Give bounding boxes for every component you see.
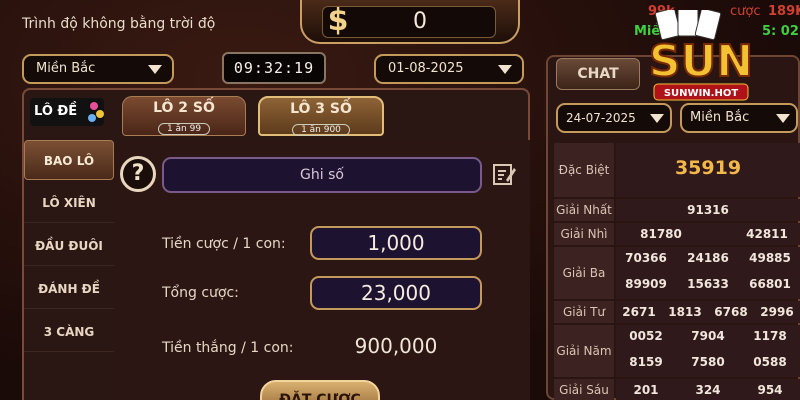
prize-value: 2671 bbox=[622, 305, 656, 319]
prize-value: 6768 bbox=[714, 305, 748, 319]
win-per-value: 900,000 bbox=[354, 334, 438, 358]
prize-value: 89909 bbox=[625, 277, 667, 291]
prize-value: 35919 bbox=[674, 157, 742, 179]
prize-value: 1813 bbox=[668, 305, 702, 319]
region-select[interactable]: Miền Bắc bbox=[22, 54, 174, 84]
prize-value: 0588 bbox=[753, 355, 787, 369]
prize-value: 81780 bbox=[640, 227, 682, 241]
result-date-value: 24-07-2025 bbox=[566, 111, 636, 125]
prize-name: Giải Sáu bbox=[554, 379, 614, 400]
sidebar-item-lo-xien[interactable]: LÔ XIÊN bbox=[24, 183, 114, 223]
prize-value: 42811 bbox=[746, 227, 788, 241]
result-row-giai-nhi: Giải Nhì 81780 42811 bbox=[554, 223, 800, 245]
lode-logo: LÔ ĐỀ bbox=[30, 98, 104, 126]
prize-value: 7904 bbox=[691, 329, 725, 343]
prize-values: 70366 24186 49885 89909 15633 66801 bbox=[616, 247, 800, 299]
prize-name: Giải Tư bbox=[554, 301, 614, 323]
balance-value: 0 bbox=[413, 9, 427, 34]
prize-values: 35919 bbox=[616, 143, 800, 197]
sidebar-item-danh-de[interactable]: ĐÁNH ĐỀ bbox=[24, 269, 114, 309]
edit-icon[interactable] bbox=[492, 162, 516, 186]
sidebar-item-3-cang[interactable]: 3 CÀNG bbox=[24, 312, 114, 352]
prize-value: 324 bbox=[695, 383, 721, 397]
bet-per-input[interactable]: 1,000 bbox=[310, 226, 482, 260]
date-select[interactable]: 01-08-2025 bbox=[374, 54, 524, 84]
tab-rate: 1 ăn 99 bbox=[157, 123, 211, 135]
result-row-giai-ba: Giải Ba 70366 24186 49885 89909 15633 66… bbox=[554, 247, 800, 299]
prize-value: 1178 bbox=[753, 329, 787, 343]
total-bet-label: Tổng cược: bbox=[162, 285, 239, 301]
place-bet-button[interactable]: ĐẶT CƯỢC bbox=[260, 380, 380, 400]
lode-logo-text: LÔ ĐỀ bbox=[34, 104, 78, 119]
bet-per-label: Tiền cược / 1 con: bbox=[162, 236, 286, 252]
ticker-amount-right: 189K bbox=[768, 4, 800, 19]
win-per-label: Tiền thắng / 1 con: bbox=[162, 340, 294, 356]
date-select-value: 01-08-2025 bbox=[388, 61, 464, 76]
tab-lo-2-so[interactable]: LÔ 2 SỐ 1 ăn 99 bbox=[122, 96, 246, 136]
dollar-icon: $ bbox=[327, 3, 349, 38]
chevron-down-icon bbox=[776, 114, 790, 123]
prize-value: 0052 bbox=[629, 329, 663, 343]
prize-value: 66801 bbox=[749, 277, 791, 291]
prize-values: 0052 7904 1178 8159 7580 0588 bbox=[616, 325, 800, 377]
prize-value: 15633 bbox=[687, 277, 729, 291]
prize-values: 201 324 954 bbox=[616, 379, 800, 400]
number-note-input[interactable]: Ghi số bbox=[162, 157, 482, 193]
result-row-giai-sau: Giải Sáu 201 324 954 bbox=[554, 379, 800, 400]
chevron-down-icon bbox=[148, 65, 162, 74]
page-title: Trình độ không bằng trời độ bbox=[22, 16, 216, 32]
prize-value: 24186 bbox=[687, 251, 729, 265]
prize-value: 201 bbox=[633, 383, 659, 397]
sidebar-item-dau-duoi[interactable]: ĐẦU ĐUÔI bbox=[24, 226, 114, 266]
prize-name: Giải Nhì bbox=[554, 223, 614, 245]
sunwin-logo: SUN SUNWIN.HOT bbox=[648, 10, 754, 101]
ticker-time: 5: 02 bbox=[762, 24, 799, 39]
prize-values: 2671 1813 6768 2996 bbox=[616, 301, 800, 323]
total-bet-value: 23,000 bbox=[310, 276, 482, 310]
prize-value: 91316 bbox=[687, 203, 729, 217]
tab-label: LÔ 3 SỐ bbox=[290, 101, 352, 117]
result-row-giai-tu: Giải Tư 2671 1813 6768 2996 bbox=[554, 301, 800, 323]
prize-values: 81780 42811 bbox=[616, 223, 800, 245]
region-select-value: Miền Bắc bbox=[36, 61, 96, 76]
sunwin-logo-subtext: SUNWIN.HOT bbox=[664, 88, 738, 99]
prize-name: Giải Ba bbox=[554, 247, 614, 299]
ball-icon bbox=[88, 114, 96, 122]
prize-value: 2996 bbox=[760, 305, 794, 319]
ball-icon bbox=[90, 102, 98, 110]
prize-value: 7580 bbox=[691, 355, 725, 369]
result-row-giai-nam: Giải Năm 0052 7904 1178 8159 7580 0588 bbox=[554, 325, 800, 377]
sunwin-logo-text: SUN bbox=[649, 36, 753, 87]
tab-lo-3-so[interactable]: LÔ 3 SỐ 1 ăn 900 bbox=[258, 96, 384, 136]
sidebar-item-bao-lo[interactable]: BAO LÔ bbox=[24, 140, 114, 180]
prize-value: 954 bbox=[757, 383, 783, 397]
tab-chat[interactable]: CHAT bbox=[556, 58, 640, 90]
prize-name: Giải Nhất bbox=[554, 199, 614, 221]
prize-name: Giải Năm bbox=[554, 325, 614, 377]
chevron-down-icon bbox=[498, 65, 512, 74]
prize-values: 91316 bbox=[616, 199, 800, 221]
prize-value: 8159 bbox=[629, 355, 663, 369]
ball-icon bbox=[96, 110, 104, 118]
tab-label: LÔ 2 SỐ bbox=[153, 100, 215, 116]
prize-value: 49885 bbox=[749, 251, 791, 265]
tab-rate: 1 ăn 900 bbox=[292, 124, 350, 136]
help-icon[interactable]: ? bbox=[120, 156, 156, 192]
countdown-clock: 09:32:19 bbox=[222, 52, 326, 84]
result-row-giai-nhat: Giải Nhất 91316 bbox=[554, 199, 800, 221]
prize-value: 70366 bbox=[625, 251, 667, 265]
prize-name: Đặc Biệt bbox=[554, 143, 614, 197]
result-row-dac-biet: Đặc Biệt 35919 bbox=[554, 143, 800, 197]
